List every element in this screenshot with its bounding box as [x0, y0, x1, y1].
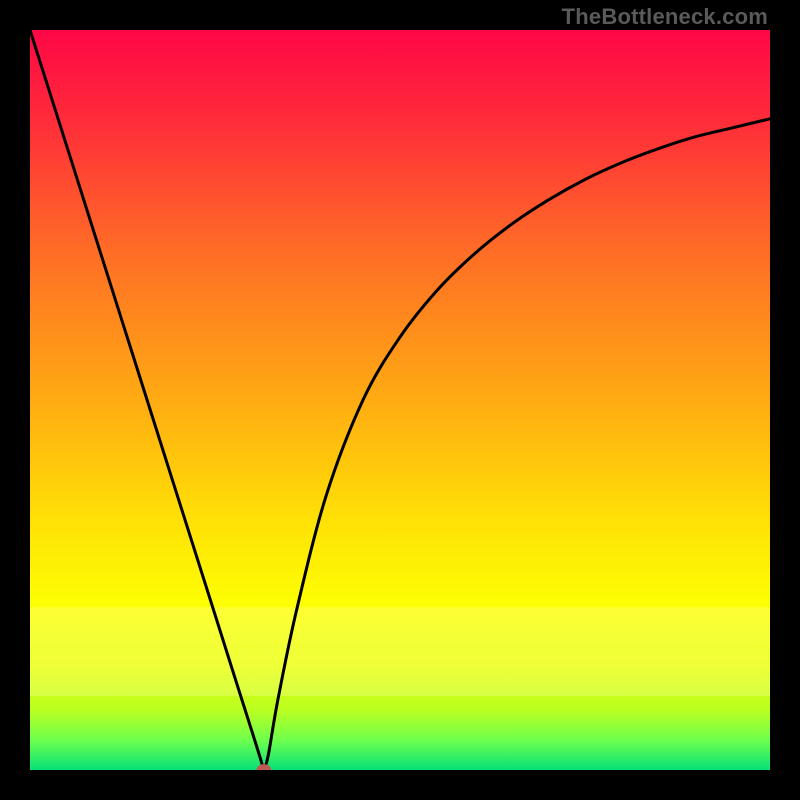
- plot-area: [30, 30, 770, 770]
- chart-svg: [30, 30, 770, 770]
- pale-band: [30, 607, 770, 696]
- chart-frame: TheBottleneck.com: [0, 0, 800, 800]
- watermark-text: TheBottleneck.com: [562, 4, 768, 30]
